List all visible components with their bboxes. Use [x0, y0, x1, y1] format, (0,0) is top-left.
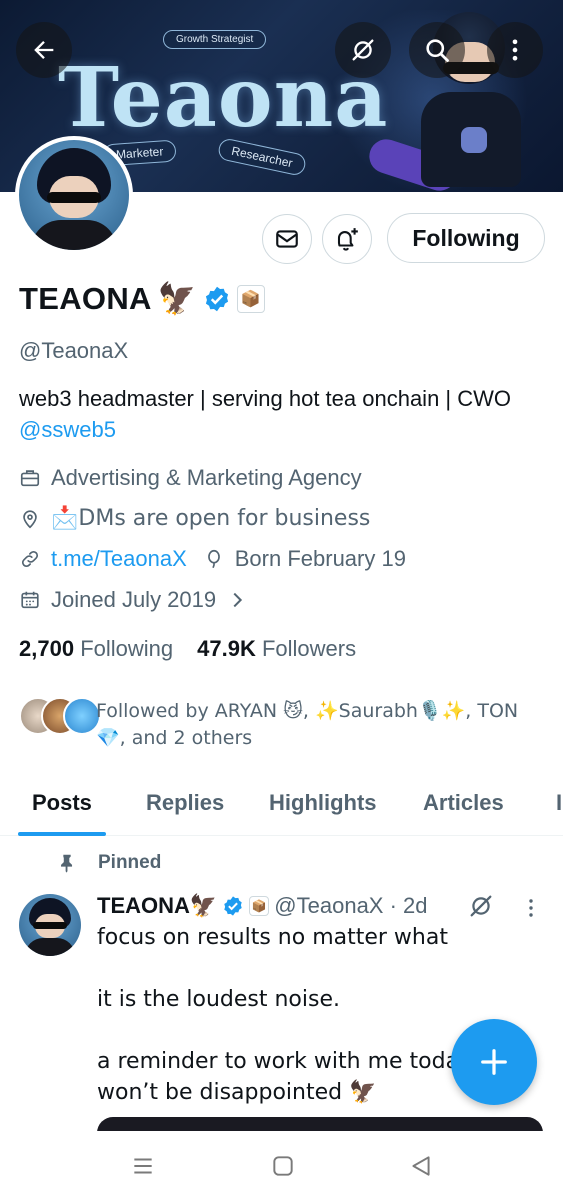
bio-mention-link[interactable]: @ssweb5	[19, 417, 116, 442]
link-icon	[21, 550, 39, 568]
more-vertical-icon	[512, 39, 518, 61]
plus-icon	[481, 1049, 507, 1075]
following-button[interactable]: Following	[387, 213, 545, 263]
followed-by-avatars[interactable]	[19, 697, 101, 735]
tab-posts[interactable]: Posts	[18, 770, 106, 836]
more-vertical-icon[interactable]	[522, 896, 540, 920]
system-navigation-bar	[0, 1131, 563, 1200]
post-author-emoji: 🦅	[189, 893, 218, 919]
joined-label: Joined July 2019	[51, 587, 217, 612]
verified-badge-icon	[224, 896, 243, 916]
chevron-right-icon	[233, 592, 243, 608]
message-button[interactable]	[262, 214, 312, 264]
followers-count: 47.9K	[197, 636, 256, 661]
post-author-avatar[interactable]	[19, 894, 81, 956]
display-name: TEAONA	[19, 280, 152, 316]
profile-bio: web3 headmaster | serving hot tea onchai…	[19, 383, 539, 445]
post-header: TEAONA 🦅 📦 @TeaonaX · 2d	[97, 893, 428, 919]
followers-count-link[interactable]: 47.9K Followers	[197, 636, 356, 662]
post-line: focus on results no matter what	[97, 925, 448, 950]
website-link[interactable]: t.me/TeaonaX	[51, 546, 187, 572]
following-label: Following	[80, 636, 174, 661]
briefcase-icon	[20, 470, 40, 487]
post-author-handle: @TeaonaX · 2d	[274, 893, 428, 918]
recent-apps-icon[interactable]	[130, 1153, 156, 1179]
bell-plus-icon	[337, 228, 358, 251]
search-icon	[426, 39, 449, 62]
location-label: 📩DMs are open for business	[51, 506, 371, 531]
followers-label: Followers	[261, 636, 357, 661]
tab-replies[interactable]: Replies	[146, 770, 224, 836]
balloon-icon	[207, 549, 220, 568]
more-options-button[interactable]	[487, 22, 543, 78]
birthday-label: Born February 19	[234, 546, 406, 571]
notifications-button[interactable]	[322, 214, 372, 264]
compose-button[interactable]	[451, 1019, 537, 1105]
home-icon[interactable]	[270, 1153, 296, 1179]
pinned-indicator: Pinned	[56, 852, 161, 874]
pin-icon	[61, 854, 73, 873]
profile-category: Advertising & Marketing Agency	[19, 465, 362, 491]
affiliate-badge[interactable]: 📦	[236, 284, 265, 313]
following-count: 2,700	[19, 636, 75, 661]
grok-icon	[352, 39, 374, 61]
follow-counts: 2,700 Following 47.9K Followers	[19, 636, 356, 662]
post-affiliate-badge: 📦	[249, 896, 270, 916]
post-author-name[interactable]: TEAONA	[97, 893, 190, 919]
grok-button[interactable]	[335, 22, 391, 78]
profile-tabs: Posts Replies Highlights Articles I	[0, 770, 563, 836]
calendar-icon	[21, 591, 39, 609]
back-button[interactable]	[16, 22, 72, 78]
profile-website-birthday: t.me/TeaonaX Born February 19	[19, 546, 406, 572]
banner-tag-growth: Growth Strategist	[163, 30, 267, 49]
search-button[interactable]	[409, 22, 465, 78]
category-label: Advertising & Marketing Agency	[51, 465, 362, 490]
tab-highlights[interactable]: Highlights	[269, 770, 377, 836]
pinned-label: Pinned	[98, 852, 162, 873]
mail-icon	[276, 230, 298, 248]
arrow-left-icon	[34, 41, 54, 59]
profile-name-row: TEAONA 🦅 📦	[19, 280, 265, 317]
following-count-link[interactable]: 2,700 Following	[19, 636, 173, 662]
followed-by-text[interactable]: Followed by ARYAN 😼, ✨Saurabh🎙️✨, TON 💎,…	[96, 698, 546, 752]
tab-articles[interactable]: Articles	[423, 770, 504, 836]
profile-avatar[interactable]	[15, 136, 133, 254]
bio-text: web3 headmaster | serving hot tea onchai…	[19, 386, 512, 411]
post-line: it is the loudest noise.	[97, 987, 340, 1012]
location-pin-icon	[23, 509, 37, 528]
profile-location: 📩DMs are open for business	[19, 506, 370, 531]
verified-badge-icon[interactable]	[203, 285, 231, 313]
back-triangle-icon[interactable]	[408, 1153, 434, 1179]
profile-handle: @TeaonaX	[19, 338, 129, 363]
profile-joined[interactable]: Joined July 2019	[19, 587, 248, 613]
tab-media[interactable]: I	[556, 770, 562, 836]
name-emoji: 🦅	[157, 281, 197, 317]
grok-icon[interactable]	[467, 892, 495, 920]
